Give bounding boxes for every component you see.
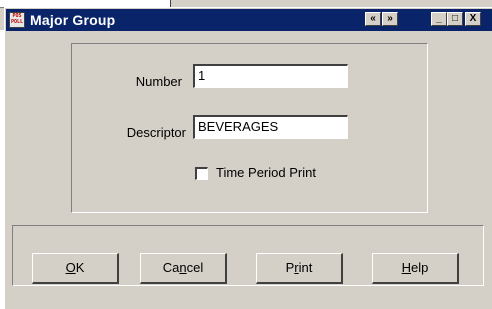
print-label-pre: P: [285, 260, 295, 275]
cancel-label-pre: Ca: [162, 260, 180, 275]
help-mnemonic: H: [401, 260, 412, 275]
cancel-button[interactable]: Cancel: [140, 253, 227, 284]
help-button[interactable]: Help: [372, 253, 459, 284]
descriptor-field[interactable]: BEVERAGES: [193, 115, 348, 139]
print-label-rest: int: [298, 260, 313, 275]
print-button[interactable]: Print: [256, 253, 343, 284]
next-record-button[interactable]: »: [382, 12, 398, 26]
time-period-print-label[interactable]: Time Period Print: [216, 165, 316, 180]
close-button[interactable]: X: [465, 12, 481, 26]
app-icon-text-bottom: POLL: [10, 19, 24, 25]
ok-button[interactable]: OK: [32, 253, 119, 284]
ok-mnemonic: O: [65, 260, 76, 275]
time-period-print-checkbox[interactable]: [195, 167, 208, 180]
help-label-rest: elp: [411, 260, 429, 275]
cancel-label-rest: cel: [186, 260, 204, 275]
number-label: Number: [135, 74, 182, 89]
app-icon[interactable]: POS POLL: [9, 12, 25, 28]
ok-label-rest: K: [75, 260, 85, 275]
minimize-button[interactable]: _: [431, 12, 447, 26]
maximize-button[interactable]: □: [447, 12, 463, 26]
title-bar[interactable]: POS POLL Major Group « » _ □ X: [6, 9, 492, 31]
cancel-mnemonic: n: [179, 260, 187, 275]
window-title: Major Group: [30, 12, 116, 28]
background-window-divider: [170, 0, 171, 7]
previous-record-button[interactable]: «: [365, 12, 381, 26]
descriptor-label: Descriptor: [126, 125, 186, 140]
number-field[interactable]: 1: [193, 64, 348, 88]
